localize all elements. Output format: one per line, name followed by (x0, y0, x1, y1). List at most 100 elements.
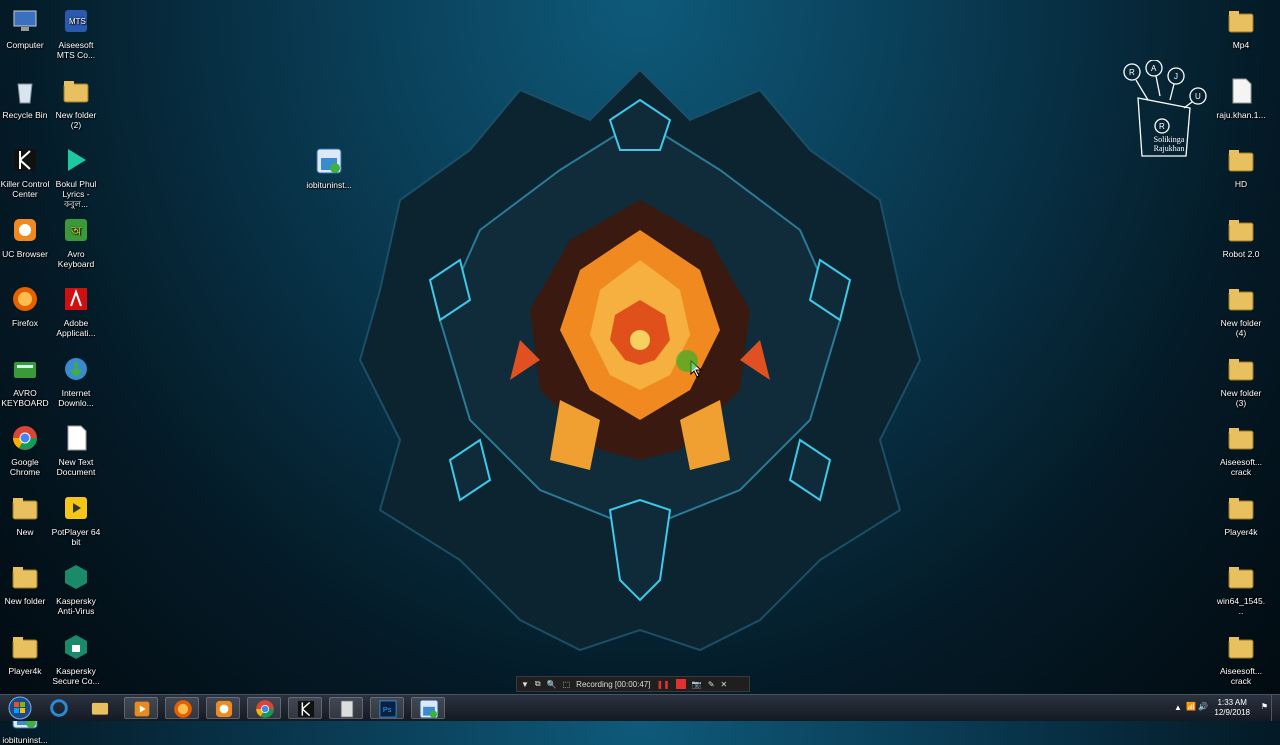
desktop-icon[interactable]: New folder (0, 556, 50, 606)
volume-icon[interactable]: 🔊 (1198, 702, 1208, 711)
desktop-icon[interactable]: Kaspersky Anti-Virus (51, 556, 101, 616)
kaspersky-icon (65, 565, 87, 589)
region-select-icon[interactable]: ⬚ (563, 680, 571, 689)
desktop-icon[interactable]: MTS Aiseesoft MTS Co... (51, 0, 101, 60)
desktop-icon[interactable]: Google Chrome (0, 417, 50, 477)
desktop-icon-label: iobituninst... (306, 180, 352, 190)
folder-icon (1228, 11, 1254, 33)
logo-letter: J (1174, 72, 1178, 81)
desktop-icon-label: Aiseesoft MTS Co... (56, 40, 96, 60)
desktop-icon-label: Recycle Bin (2, 109, 48, 120)
close-icon[interactable]: ✕ (721, 680, 728, 689)
text-document-icon (67, 425, 87, 451)
pen-icon[interactable]: ✎ (708, 680, 715, 689)
taskbar-button-killer[interactable] (288, 697, 322, 719)
network-icon[interactable]: 📶 (1186, 702, 1196, 711)
window-icon[interactable]: ⧉ (535, 679, 541, 689)
taskbar-button-iobit[interactable] (411, 697, 445, 719)
desktop-icon-label: Kaspersky Anti-Virus (56, 596, 96, 616)
uc-browser-icon (215, 700, 233, 718)
desktop-icon[interactable]: win64_1545... (1216, 556, 1266, 616)
system-tray: ▲ 📶 🔊 1:33 AM 12/9/2018 ⚑ (1170, 695, 1280, 721)
desktop-icon[interactable]: Internet Downlo... (51, 348, 101, 408)
taskbar-button-explorer[interactable] (83, 697, 117, 719)
desktop-icon-label: Aiseesoft... crack (1219, 457, 1263, 477)
taskbar-button-calc[interactable] (329, 697, 363, 719)
desktop-icon-label: Robot 2.0 (1222, 248, 1260, 259)
desktop-icon[interactable]: Recycle Bin (0, 70, 50, 120)
logo-letter: U (1195, 92, 1201, 101)
click-highlight (676, 350, 698, 372)
svg-text:অ: অ (70, 224, 82, 238)
desktop-icon[interactable]: Robot 2.0 (1216, 209, 1266, 259)
desktop-icon-label: Adobe Applicati... (56, 318, 96, 338)
desktop-icon[interactable]: AVRO KEYBOARD (0, 348, 50, 408)
clock[interactable]: 1:33 AM 12/9/2018 (1214, 698, 1250, 718)
desktop-icon-label: UC Browser (2, 248, 48, 259)
desktop-icon-label: New folder (3) (1220, 387, 1262, 408)
desktop-icon-label: win64_1545... (1216, 596, 1266, 616)
desktop-icon[interactable]: Aiseesoft... crack (1216, 626, 1266, 686)
desktop-icon-label: Bokul Phul Lyrics - কবুল... (55, 179, 97, 209)
iobit-icon (419, 699, 439, 719)
folder-icon (1228, 219, 1254, 241)
folder-icon (1228, 428, 1254, 450)
folder-icon (1228, 636, 1254, 658)
recording-label: Recording [00:00:47] (576, 679, 651, 689)
zoom-icon[interactable]: 🔍 (547, 680, 557, 689)
desktop-icon[interactable]: Kaspersky Secure Co... (51, 626, 101, 686)
desktop-icon[interactable]: Computer (0, 0, 50, 50)
desktop-icon[interactable]: New (0, 487, 50, 537)
logo-center-letter: R (1159, 122, 1165, 131)
camera-icon[interactable]: 📷 (692, 680, 702, 689)
desktop-icon-iobit-center[interactable]: iobituninst... (304, 140, 354, 190)
desktop-icon[interactable]: New Text Document (51, 417, 101, 477)
desktop-icon-label: New (16, 526, 34, 537)
taskbar-button-media[interactable] (124, 697, 158, 719)
desktop-icon[interactable]: UC Browser (0, 209, 50, 259)
potplayer-icon (65, 496, 87, 519)
firefox-icon (174, 700, 192, 718)
desktop-icon[interactable]: Player4k (1216, 487, 1266, 537)
stop-icon[interactable] (675, 679, 686, 689)
desktop-icon[interactable]: New folder (2) (51, 70, 101, 130)
start-button-icon[interactable] (4, 696, 36, 720)
desktop-icon[interactable]: New folder (4) (1216, 278, 1266, 338)
desktop-icon[interactable]: Adobe Applicati... (51, 278, 101, 338)
taskbar-button-ie[interactable] (42, 697, 76, 719)
desktop-icon[interactable]: Mp4 (1216, 0, 1266, 50)
desktop-icon-label: Player4k (8, 665, 42, 676)
desktop-icon[interactable]: Killer Control Center (0, 139, 50, 199)
svg-text:MTS: MTS (69, 17, 86, 26)
desktop-icon[interactable]: Player4k (0, 626, 50, 676)
folder-icon (12, 497, 38, 519)
desktop-icon[interactable]: raju.khan.1... (1216, 70, 1266, 120)
chrome-icon (256, 700, 274, 718)
desktop-icon[interactable]: PotPlayer 64 bit (51, 487, 101, 547)
notification-icon[interactable]: ⚑ (1261, 702, 1268, 711)
taskbar-button-chrome[interactable] (247, 697, 281, 719)
folder-icon (1228, 497, 1254, 519)
desktop-icon[interactable]: অ Avro Keyboard (51, 209, 101, 269)
folder-icon (63, 80, 89, 102)
recording-toolbar[interactable]: ▼ ⧉ 🔍 ⬚ Recording [00:00:47] ❚❚ 📷 ✎ ✕ (516, 676, 750, 692)
iobit-icon (316, 148, 342, 174)
show-hidden-icons-icon[interactable]: ▲ (1174, 703, 1182, 712)
taskbar-button-photoshop[interactable]: Ps (370, 697, 404, 719)
folder-icon (1228, 567, 1254, 589)
desktop-icon-label: Mp4 (1232, 40, 1250, 50)
desktop-icon[interactable]: HD (1216, 139, 1266, 189)
taskbar-button-firefox[interactable] (165, 697, 199, 719)
idm-icon (65, 357, 87, 380)
dropdown-arrow-icon[interactable]: ▼ (521, 680, 529, 689)
taskbar-button-uc[interactable] (206, 697, 240, 719)
desktop-icon[interactable]: Aiseesoft... crack (1216, 417, 1266, 477)
pause-icon[interactable]: ❚❚ (656, 680, 669, 689)
desktop-icon[interactable]: New folder (3) (1216, 348, 1266, 408)
desktop-icon-label: Player4k (1224, 526, 1258, 537)
desktop-icon[interactable]: Bokul Phul Lyrics - কবুল... (51, 139, 101, 209)
file-icon (1232, 78, 1252, 103)
desktop-icon[interactable]: Firefox (0, 278, 50, 328)
desktop-icon-label: PotPlayer 64 bit (51, 526, 101, 547)
show-desktop-button[interactable] (1271, 695, 1280, 721)
